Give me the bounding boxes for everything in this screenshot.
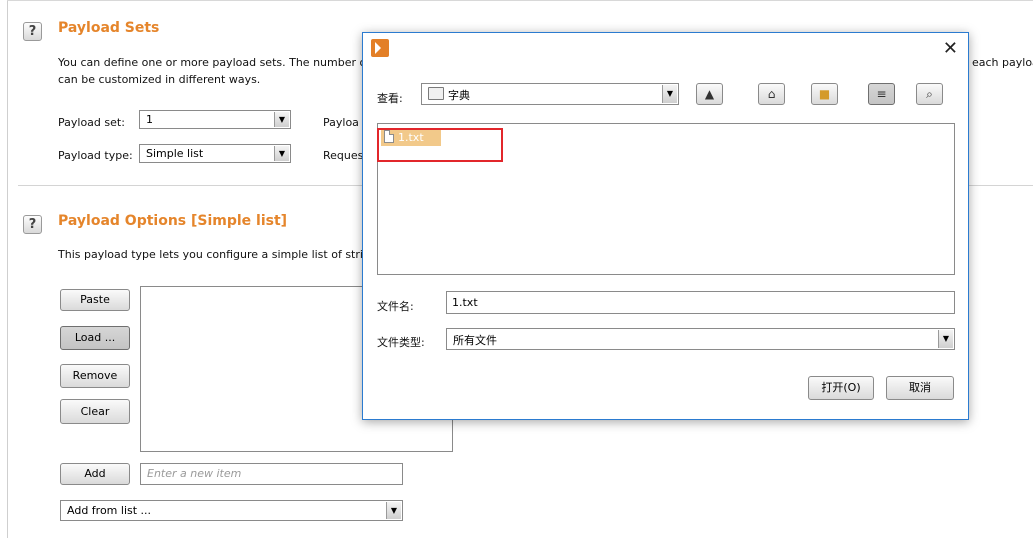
filetype-value: 所有文件 xyxy=(453,334,497,347)
payload-sets-description-tail: each payloa xyxy=(972,56,1033,69)
filename-input[interactable]: 1.txt xyxy=(446,291,955,314)
home-icon: ⌂ xyxy=(767,87,776,101)
file-open-dialog: ✕ 查看: 字典 ▼ ▲ ⌂ ■ ≡ ⌕ 1.txt 文件名: 1.txt 文件… xyxy=(362,32,969,420)
help-icon[interactable]: ? xyxy=(23,215,42,234)
list-view-button[interactable]: ≡ xyxy=(868,83,895,105)
filename-value: 1.txt xyxy=(452,296,478,309)
burp-logo-icon xyxy=(371,39,389,57)
filename-label: 文件名: xyxy=(377,300,414,313)
add-from-list-select[interactable]: Add from list ... ▼ xyxy=(60,500,403,521)
payload-set-value: 1 xyxy=(146,113,153,126)
payload-sets-description: You can define one or more payload sets.… xyxy=(58,56,367,69)
payload-set-select[interactable]: 1 ▼ xyxy=(139,110,291,129)
payload-type-select[interactable]: Simple list ▼ xyxy=(139,144,291,163)
payload-options-title: Payload Options [Simple list] xyxy=(58,213,288,229)
close-icon[interactable]: ✕ xyxy=(943,38,958,59)
list-view-icon: ≡ xyxy=(876,87,887,101)
filetype-select[interactable]: 所有文件 ▼ xyxy=(446,328,955,350)
look-in-select[interactable]: 字典 ▼ xyxy=(421,83,679,105)
chevron-down-icon: ▼ xyxy=(274,146,289,161)
look-in-value: 字典 xyxy=(448,89,470,102)
panel-border-top xyxy=(7,0,1033,1)
payload-type-label: Payload type: xyxy=(58,149,133,162)
open-button[interactable]: 打开(O) xyxy=(808,376,874,400)
add-button[interactable]: Add xyxy=(60,463,130,485)
payload-type-value: Simple list xyxy=(146,147,204,160)
new-item-placeholder: Enter a new item xyxy=(147,467,242,480)
clear-button[interactable]: Clear xyxy=(60,399,130,424)
panel-border-left xyxy=(7,0,8,538)
up-folder-icon: ▲ xyxy=(704,87,715,101)
home-button[interactable]: ⌂ xyxy=(758,83,785,105)
look-in-label: 查看: xyxy=(377,92,403,105)
folder-icon xyxy=(428,87,444,100)
new-item-input[interactable]: Enter a new item xyxy=(140,463,403,485)
new-folder-button[interactable]: ■ xyxy=(811,83,838,105)
request-count-label: Reques xyxy=(323,149,364,162)
chevron-down-icon: ▼ xyxy=(662,85,677,103)
payload-sets-description-line2: can be customized in different ways. xyxy=(58,73,261,86)
load-button[interactable]: Load ... xyxy=(60,326,130,350)
paste-button[interactable]: Paste xyxy=(60,289,130,311)
payload-options-description: This payload type lets you configure a s… xyxy=(58,248,370,261)
payload-count-label: Payloa xyxy=(323,116,359,129)
cancel-button[interactable]: 取消 xyxy=(886,376,954,400)
add-from-list-value: Add from list ... xyxy=(67,504,152,517)
up-folder-button[interactable]: ▲ xyxy=(696,83,723,105)
remove-button[interactable]: Remove xyxy=(60,364,130,388)
chevron-down-icon: ▼ xyxy=(938,330,953,348)
details-view-icon: ⌕ xyxy=(926,87,933,101)
payload-sets-title: Payload Sets xyxy=(58,20,160,36)
payload-set-label: Payload set: xyxy=(58,116,125,129)
chevron-down-icon: ▼ xyxy=(386,502,401,519)
new-folder-icon: ■ xyxy=(818,87,831,101)
details-view-button[interactable]: ⌕ xyxy=(916,83,943,105)
chevron-down-icon: ▼ xyxy=(274,112,289,127)
annotation-highlight-box xyxy=(377,128,503,162)
help-icon[interactable]: ? xyxy=(23,22,42,41)
filetype-label: 文件类型: xyxy=(377,336,425,349)
